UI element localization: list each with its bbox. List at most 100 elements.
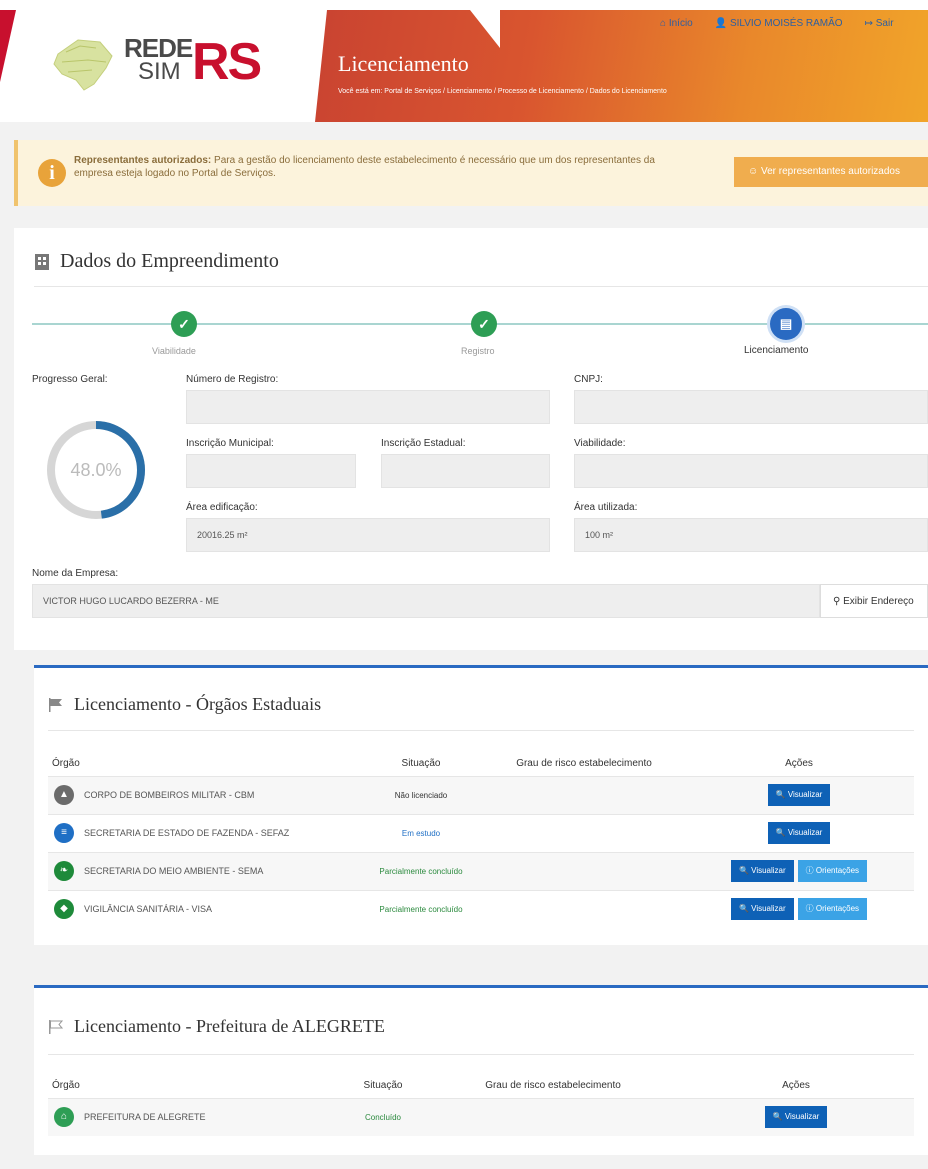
- top-navigation: ⌂ Início 👤 SILVIO MOISÉS RAMÃO ↦ Sair: [660, 18, 894, 29]
- building-icon: [35, 253, 49, 270]
- cnpj-label: CNPJ:: [574, 374, 603, 385]
- flag-outline-icon: [49, 1019, 64, 1034]
- built-area-label: Área edificação:: [186, 502, 258, 513]
- view-label: Visualizar: [751, 904, 786, 914]
- city-hall-icon: ⌂: [54, 1107, 74, 1128]
- table-row: ❧ SECRETARIA DO MEIO AMBIENTE - SEMA Parc…: [48, 851, 914, 890]
- brand-stripe: [0, 10, 16, 82]
- column-header-risco: Grau de risco estabelecimento: [485, 1080, 621, 1092]
- nav-logout-label: Sair: [875, 18, 894, 29]
- column-header-acoes: Ações: [782, 1080, 810, 1092]
- table-row: ≡ SECRETARIA DE ESTADO DE FAZENDA - SEFAZ…: [48, 813, 914, 852]
- column-header-orgao: Órgão: [52, 758, 80, 770]
- guidance-label: Orientações: [815, 866, 860, 875]
- table-header-row: Órgão Situação Grau de risco estabelecim…: [48, 752, 914, 776]
- agency-name: PREFEITURA DE ALEGRETE: [84, 1112, 206, 1123]
- view-label: Visualizar: [787, 828, 823, 837]
- agency-status: Em estudo: [358, 813, 484, 852]
- redesim-logo[interactable]: REDE SIM RS: [40, 28, 280, 98]
- show-address-button[interactable]: ⚲ Exibir Endereço: [820, 584, 928, 618]
- state-agencies-panel: Licenciamento - Órgãos Estaduais Órgão S…: [34, 665, 928, 945]
- state-registration-field: [381, 454, 550, 488]
- agency-status: Parcialmente concluído: [358, 851, 484, 890]
- agency-cell: ▲ CORPO DE BOMBEIROS MILITAR - CBM: [48, 785, 358, 805]
- municipal-registration-field: [186, 454, 356, 488]
- view-button[interactable]: 🔍 Visualizar: [730, 860, 794, 882]
- actions-cell: 🔍 Visualizar: [684, 775, 914, 814]
- actions-cell: 🔍 Visualizar: [684, 813, 914, 852]
- progress-label: Progresso Geral:: [32, 374, 108, 385]
- finance-icon: ≡: [54, 823, 74, 843]
- nav-user-label: SILVIO MOISÉS RAMÃO: [729, 18, 843, 29]
- rs-map-icon: [53, 39, 113, 91]
- page-title: Licenciamento: [338, 51, 469, 76]
- agency-cell: ≡ SECRETARIA DE ESTADO DE FAZENDA - SEFAZ: [48, 823, 358, 843]
- column-header-situacao: Situação: [363, 1080, 403, 1092]
- view-label: Visualizar: [787, 790, 823, 799]
- guidance-button[interactable]: ⓘ Orientações: [797, 860, 868, 882]
- view-button[interactable]: 🔍 Visualizar: [730, 898, 794, 921]
- nav-logout-link[interactable]: ↦ Sair: [865, 18, 894, 29]
- title-divider: [34, 286, 928, 287]
- company-name-field: VICTOR HUGO LUCARDO BEZERRA - ME: [32, 584, 820, 618]
- city-hall-title-text: Licenciamento - Prefeitura de ALEGRETE: [74, 1016, 385, 1036]
- agency-name: SECRETARIA DO MEIO AMBIENTE - SEMA: [84, 866, 264, 876]
- state-registration-label: Inscrição Estadual:: [381, 438, 466, 449]
- business-data-title: Dados do Empreendimento: [34, 250, 279, 273]
- risk-cell: [428, 1097, 678, 1136]
- view-button[interactable]: 🔍 Visualizar: [764, 1106, 828, 1129]
- state-agencies-table: Órgão Situação Grau de risco estabelecim…: [48, 752, 914, 928]
- used-area-field: 100 m²: [574, 518, 928, 552]
- agency-cell: ❧ SECRETARIA DO MEIO AMBIENTE - SEMA: [48, 861, 358, 881]
- view-button[interactable]: 🔍 Visualizar: [767, 822, 831, 844]
- table-row: ⌂ PREFEITURA DE ALEGRETE Concluído 🔍 Visu…: [48, 1097, 914, 1136]
- progress-value: 48.0%: [70, 460, 122, 480]
- nav-home-link[interactable]: ⌂ Início: [660, 18, 693, 29]
- table-row: ▲ CORPO DE BOMBEIROS MILITAR - CBM Não li…: [48, 775, 914, 814]
- step-licenciamento-document-icon: ▤: [770, 308, 802, 340]
- actions-cell: 🔍 Visualizar ⓘ Orientações: [684, 889, 914, 928]
- banner-decoration: [470, 10, 500, 48]
- actions-cell: 🔍 Visualizar ⓘ Orientações: [684, 851, 914, 890]
- fire-department-icon: ▲: [54, 785, 74, 805]
- table-row: ◆ VIGILÂNCIA SANITÁRIA - VISA Parcialment…: [48, 889, 914, 928]
- agency-name: CORPO DE BOMBEIROS MILITAR - CBM: [84, 790, 255, 800]
- table-header-row: Órgão Situação Grau de risco estabelecim…: [48, 1074, 914, 1098]
- city-hall-title: Licenciamento - Prefeitura de ALEGRETE: [48, 1016, 385, 1037]
- step-registro-label: Registro: [461, 346, 495, 356]
- show-address-label: Exibir Endereço: [843, 596, 914, 607]
- nav-home-label: Início: [668, 18, 693, 29]
- view-representatives-label: Ver representantes autorizados: [761, 166, 900, 177]
- view-representatives-button[interactable]: ☺ Ver representantes autorizados: [734, 157, 928, 187]
- business-data-title-text: Dados do Empreendimento: [60, 250, 279, 272]
- column-header-acoes: Ações: [785, 758, 813, 770]
- agency-status: Não licenciado: [358, 775, 484, 814]
- view-button[interactable]: 🔍 Visualizar: [767, 784, 831, 806]
- city-hall-table: Órgão Situação Grau de risco estabelecim…: [48, 1074, 914, 1136]
- column-header-situacao: Situação: [401, 758, 441, 770]
- nav-user-link[interactable]: 👤 SILVIO MOISÉS RAMÃO: [715, 18, 843, 29]
- agency-cell: ◆ VIGILÂNCIA SANITÁRIA - VISA: [48, 899, 358, 920]
- column-header-orgao: Órgão: [52, 1080, 80, 1092]
- used-area-label: Área utilizada:: [574, 502, 638, 513]
- step-viabilidade-label: Viabilidade: [152, 346, 196, 356]
- column-header-risco: Grau de risco estabelecimento: [516, 758, 652, 770]
- alert-bold-label: Representantes autorizados:: [74, 155, 212, 166]
- flag-icon: [49, 697, 62, 712]
- view-label: Visualizar: [751, 866, 786, 875]
- agency-status: Parcialmente concluído: [358, 889, 484, 928]
- municipal-registration-label: Inscrição Municipal:: [186, 438, 274, 449]
- risk-cell: [484, 775, 684, 814]
- agency-name: SECRETARIA DE ESTADO DE FAZENDA - SEFAZ: [84, 828, 290, 838]
- logo-sim-text: SIM: [138, 58, 181, 85]
- authorized-representatives-alert: i Representantes autorizados: Para a ges…: [14, 140, 928, 206]
- cnpj-field: [574, 390, 928, 424]
- business-data-panel: Dados do Empreendimento ✓ Viabilidade ✓ …: [14, 228, 928, 650]
- risk-cell: [484, 813, 684, 852]
- company-name-label: Nome da Empresa:: [32, 568, 119, 579]
- guidance-button[interactable]: ⓘ Orientações: [797, 898, 868, 921]
- city-title-divider: [48, 1054, 914, 1055]
- environment-icon: ❧: [54, 861, 74, 881]
- state-agencies-title: Licenciamento - Órgãos Estaduais: [48, 694, 321, 715]
- viability-field: [574, 454, 928, 488]
